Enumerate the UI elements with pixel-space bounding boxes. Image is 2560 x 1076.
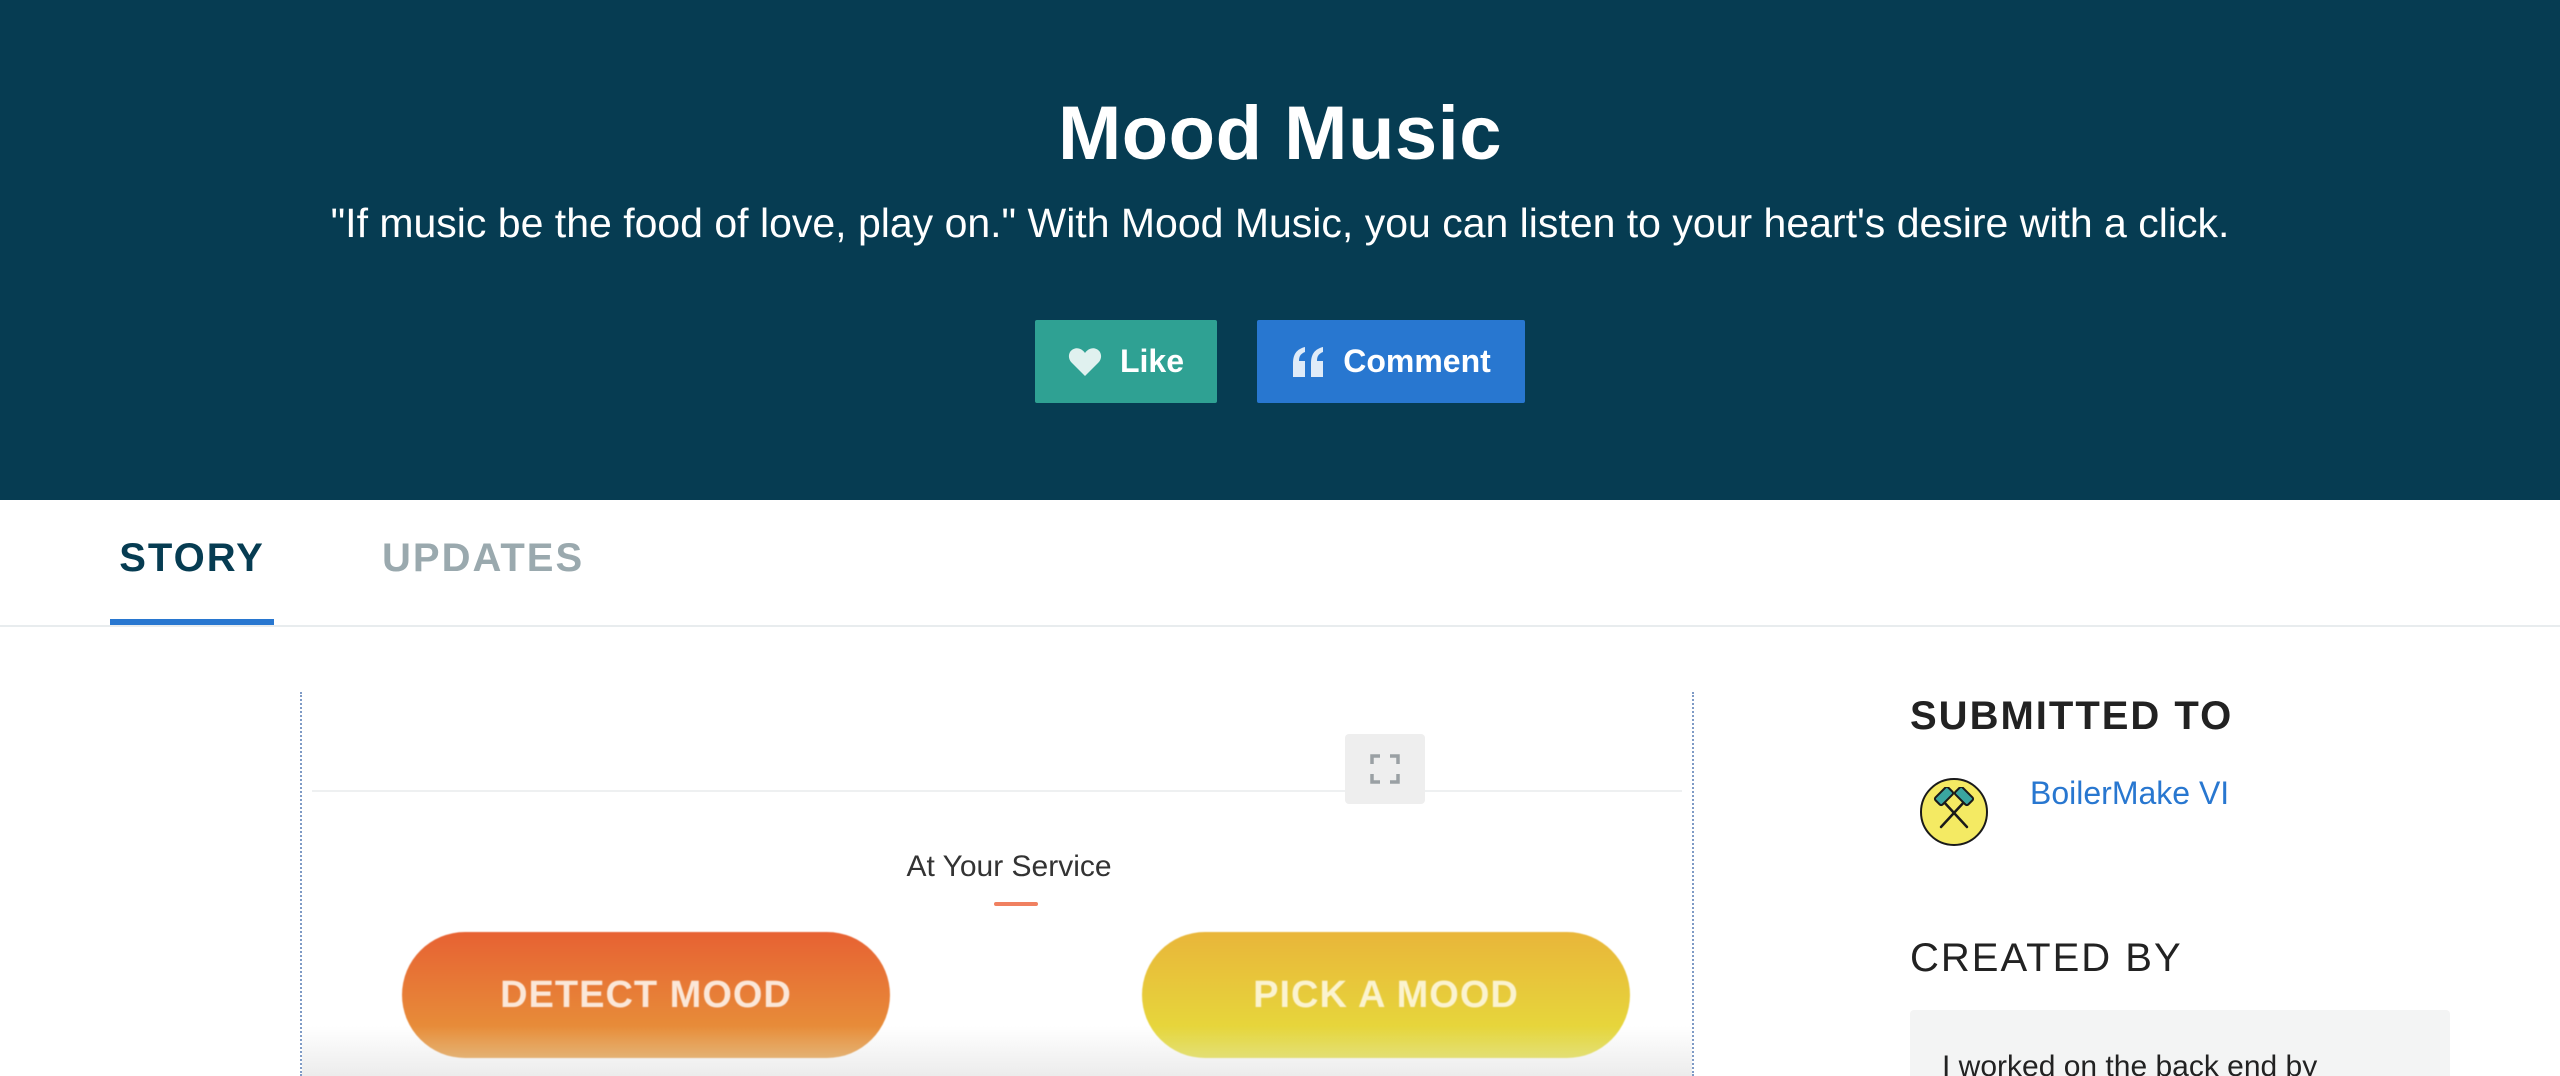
quote-icon xyxy=(1293,346,1324,377)
embed-section-title: At Your Service xyxy=(906,850,1112,883)
project-tagline: "If music be the food of love, play on."… xyxy=(330,200,2230,246)
event-link[interactable]: BoilerMake VI xyxy=(2030,775,2229,812)
comment-button[interactable]: Comment xyxy=(1257,320,1525,403)
story-embedded-image: At Your Service DETECT MOOD PICK A MOOD xyxy=(300,692,1694,1076)
like-button[interactable]: Like xyxy=(1035,320,1217,403)
comment-label: Comment xyxy=(1343,343,1491,379)
expand-icon xyxy=(1370,754,1400,784)
submitted-to-heading: SUBMITTED TO xyxy=(1910,694,2234,738)
project-header: Mood Music "If music be the food of love… xyxy=(0,0,2560,500)
expand-button[interactable] xyxy=(1345,734,1425,804)
heart-icon xyxy=(1068,347,1102,376)
scroll-fade xyxy=(302,1026,1692,1076)
crossed-hammers-icon xyxy=(1933,787,1975,829)
page-title: Mood Music xyxy=(1057,91,1503,176)
embed-divider xyxy=(312,790,1682,792)
tab-story[interactable]: STORY xyxy=(110,536,274,625)
event-logo[interactable] xyxy=(1920,778,1988,846)
creator-card: I worked on the back end by xyxy=(1910,1010,2450,1076)
project-tabs: STORY UPDATES xyxy=(0,500,2560,627)
title-underline xyxy=(994,902,1038,906)
tab-updates[interactable]: UPDATES xyxy=(382,536,584,581)
created-by-heading: CREATED BY xyxy=(1910,936,2183,980)
like-label: Like xyxy=(1119,343,1185,379)
creator-contribution: I worked on the back end by xyxy=(1942,1050,2318,1076)
